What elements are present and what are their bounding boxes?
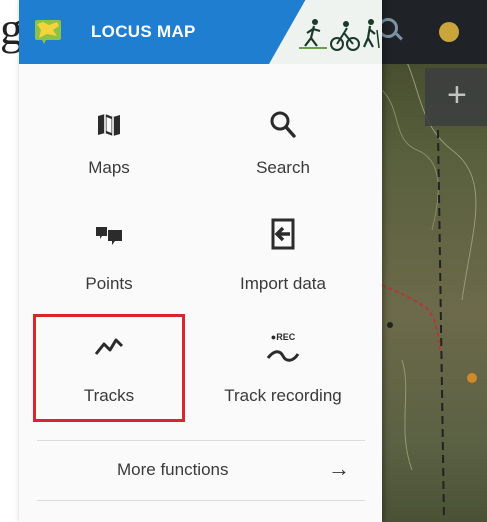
divider <box>37 500 365 501</box>
menu-item-points[interactable]: Points <box>29 216 189 296</box>
map-icon <box>98 114 120 136</box>
menu-item-import-data[interactable]: Import data <box>203 216 363 296</box>
menu-item-label: Import data <box>240 274 326 293</box>
plus-icon: + <box>447 76 467 114</box>
menu-item-maps[interactable]: Maps <box>29 104 189 184</box>
tracks-highlight-box <box>33 314 185 422</box>
menu-item-label: Points <box>85 274 133 293</box>
arrow-right-icon: → <box>328 456 350 481</box>
zoom-in-button[interactable]: + <box>425 68 487 126</box>
map-status-icon[interactable] <box>439 22 459 42</box>
header-illustration <box>269 0 382 64</box>
menu-item-label: Search <box>256 158 310 177</box>
locus-logo-icon <box>35 20 61 44</box>
menu-item-label: Track recording <box>224 386 342 405</box>
app-title: LOCUS MAP <box>91 22 196 41</box>
drawer-header: LOCUS MAP <box>19 0 382 64</box>
rec-indicator: ●REC <box>270 332 296 342</box>
points-icon <box>96 227 122 245</box>
menu-item-track-recording[interactable]: ●REC Track recording <box>203 328 363 412</box>
menu-item-search[interactable]: Search <box>203 104 363 184</box>
menu-item-label: Maps <box>88 158 130 177</box>
search-icon <box>270 111 296 138</box>
track-recording-icon <box>266 350 300 362</box>
map-toolbar <box>382 0 487 64</box>
navigation-drawer: LOCUS MAP Maps Search Points Import data… <box>19 0 382 522</box>
more-functions-label: More functions <box>117 460 229 479</box>
more-functions-button[interactable]: More functions → <box>19 440 382 500</box>
import-icon <box>271 218 295 250</box>
